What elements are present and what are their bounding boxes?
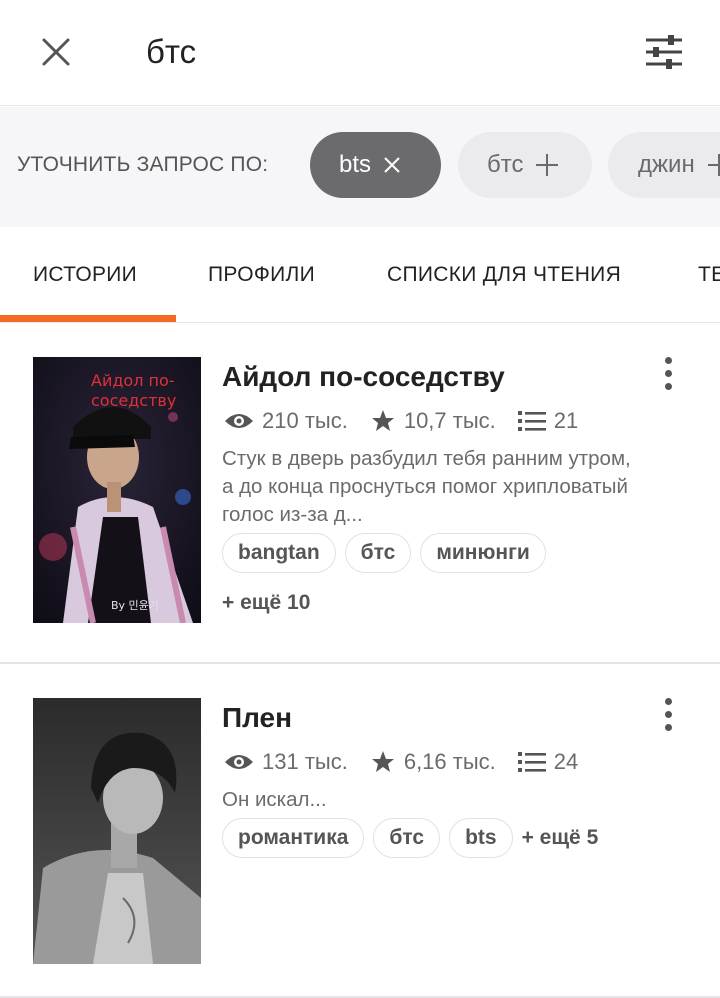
tab-reading-lists[interactable]: СПИСКИ ДЛЯ ЧТЕНИЯ	[387, 263, 621, 287]
more-tags-link[interactable]: + ещё 10	[222, 591, 310, 614]
story-title[interactable]: Плен	[222, 702, 292, 734]
tag[interactable]: минюнги	[420, 533, 546, 573]
story-title[interactable]: Айдол по-соседству	[222, 361, 505, 393]
reads-count: 131 тыс.	[262, 749, 348, 774]
add-icon[interactable]	[535, 153, 559, 177]
votes-stat: 6,16 тыс.	[370, 749, 496, 775]
story-card[interactable]: Айдол по-соседству By 민윤기 Айдол по-сосед…	[0, 323, 720, 664]
tag-list: романтика бтс bts + ещё 5	[222, 818, 598, 858]
story-cover[interactable]: Айдол по-соседству By 민윤기	[33, 357, 201, 623]
cover-signature: By 민윤기	[111, 599, 159, 612]
story-card[interactable]: Плен 131 тыс. 6,16 тыс. 24 Он искал... р…	[0, 664, 720, 998]
chip-label: бтс	[487, 151, 524, 178]
parts-count: 21	[553, 408, 579, 433]
story-description: Он искал...	[222, 788, 327, 811]
parts-stat: 24	[517, 749, 579, 775]
add-icon[interactable]	[707, 153, 720, 177]
eye-icon	[225, 414, 253, 428]
story-description: Стук в дверь разбудил тебя ранним утром,…	[222, 447, 631, 526]
more-options-icon[interactable]	[652, 353, 684, 393]
tab-stories[interactable]: ИСТОРИИ	[33, 263, 137, 287]
story-stats: 131 тыс. 6,16 тыс. 24	[224, 748, 578, 776]
tab-bar: ИСТОРИИ ПРОФИЛИ СПИСКИ ДЛЯ ЧТЕНИЯ ТЕГИ	[0, 227, 720, 323]
chip-label: джин	[638, 151, 695, 178]
filter-sliders-icon[interactable]	[640, 30, 688, 74]
cover-title-text: Айдол по-соседству	[91, 371, 177, 410]
more-options-icon[interactable]	[652, 694, 684, 734]
chip-бтс[interactable]: бтс	[458, 132, 592, 198]
tag[interactable]: романтика	[222, 818, 365, 858]
tag[interactable]: бтс	[344, 533, 412, 573]
tag[interactable]: bangtan	[222, 533, 336, 573]
reads-count: 210 тыс.	[262, 408, 348, 433]
search-header: бтс	[0, 0, 720, 106]
tab-tags[interactable]: ТЕГИ	[698, 263, 720, 287]
votes-stat: 10,7 тыс.	[370, 408, 496, 434]
tab-profiles[interactable]: ПРОФИЛИ	[208, 263, 315, 287]
refine-label: УТОЧНИТЬ ЗАПРОС ПО:	[17, 153, 269, 176]
parts-stat: 21	[517, 408, 579, 434]
more-tags-link[interactable]: + ещё 5	[522, 826, 599, 850]
active-tab-indicator	[0, 315, 176, 322]
eye-icon	[225, 755, 253, 769]
votes-count: 6,16 тыс.	[403, 749, 496, 774]
list-icon	[517, 411, 546, 431]
star-icon	[371, 751, 394, 772]
remove-icon[interactable]	[383, 156, 401, 174]
star-icon	[371, 410, 394, 431]
refine-bar: УТОЧНИТЬ ЗАПРОС ПО: bts бтс джин	[0, 107, 720, 227]
reads-stat: 210 тыс.	[224, 408, 348, 434]
list-icon	[517, 752, 546, 772]
tag[interactable]: bts	[449, 818, 513, 858]
story-cover[interactable]	[33, 698, 201, 964]
chip-label: bts	[339, 151, 372, 178]
reads-stat: 131 тыс.	[224, 749, 348, 775]
parts-count: 24	[553, 749, 579, 774]
tag-list: bangtan бтс минюнги	[222, 533, 555, 573]
votes-count: 10,7 тыс.	[403, 408, 496, 433]
chip-джин[interactable]: джин	[608, 132, 720, 198]
tag[interactable]: бтс	[373, 818, 441, 858]
chip-bts[interactable]: bts	[310, 132, 441, 198]
search-input[interactable]: бтс	[146, 30, 196, 74]
story-stats: 210 тыс. 10,7 тыс. 21	[224, 407, 578, 435]
close-icon[interactable]	[36, 32, 76, 72]
